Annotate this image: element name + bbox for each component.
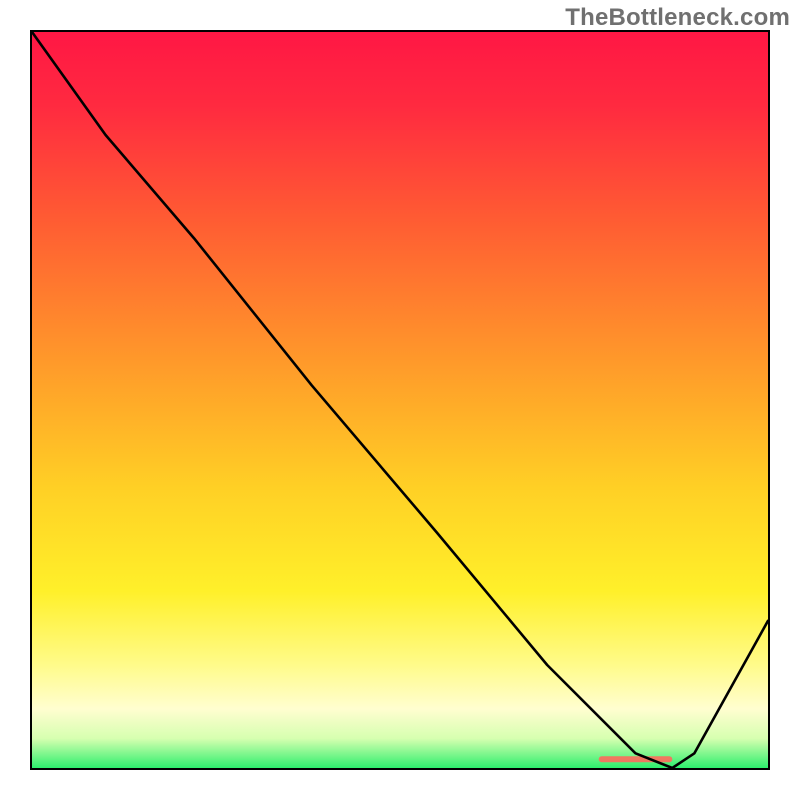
optimal-marker [599,756,673,762]
chart-frame: TheBottleneck.com [0,0,800,800]
axis-right [768,30,770,770]
watermark: TheBottleneck.com [565,4,790,32]
gradient-background [32,32,768,768]
axis-left [30,30,32,770]
plot-area [32,32,768,768]
axis-bottom [30,768,770,770]
